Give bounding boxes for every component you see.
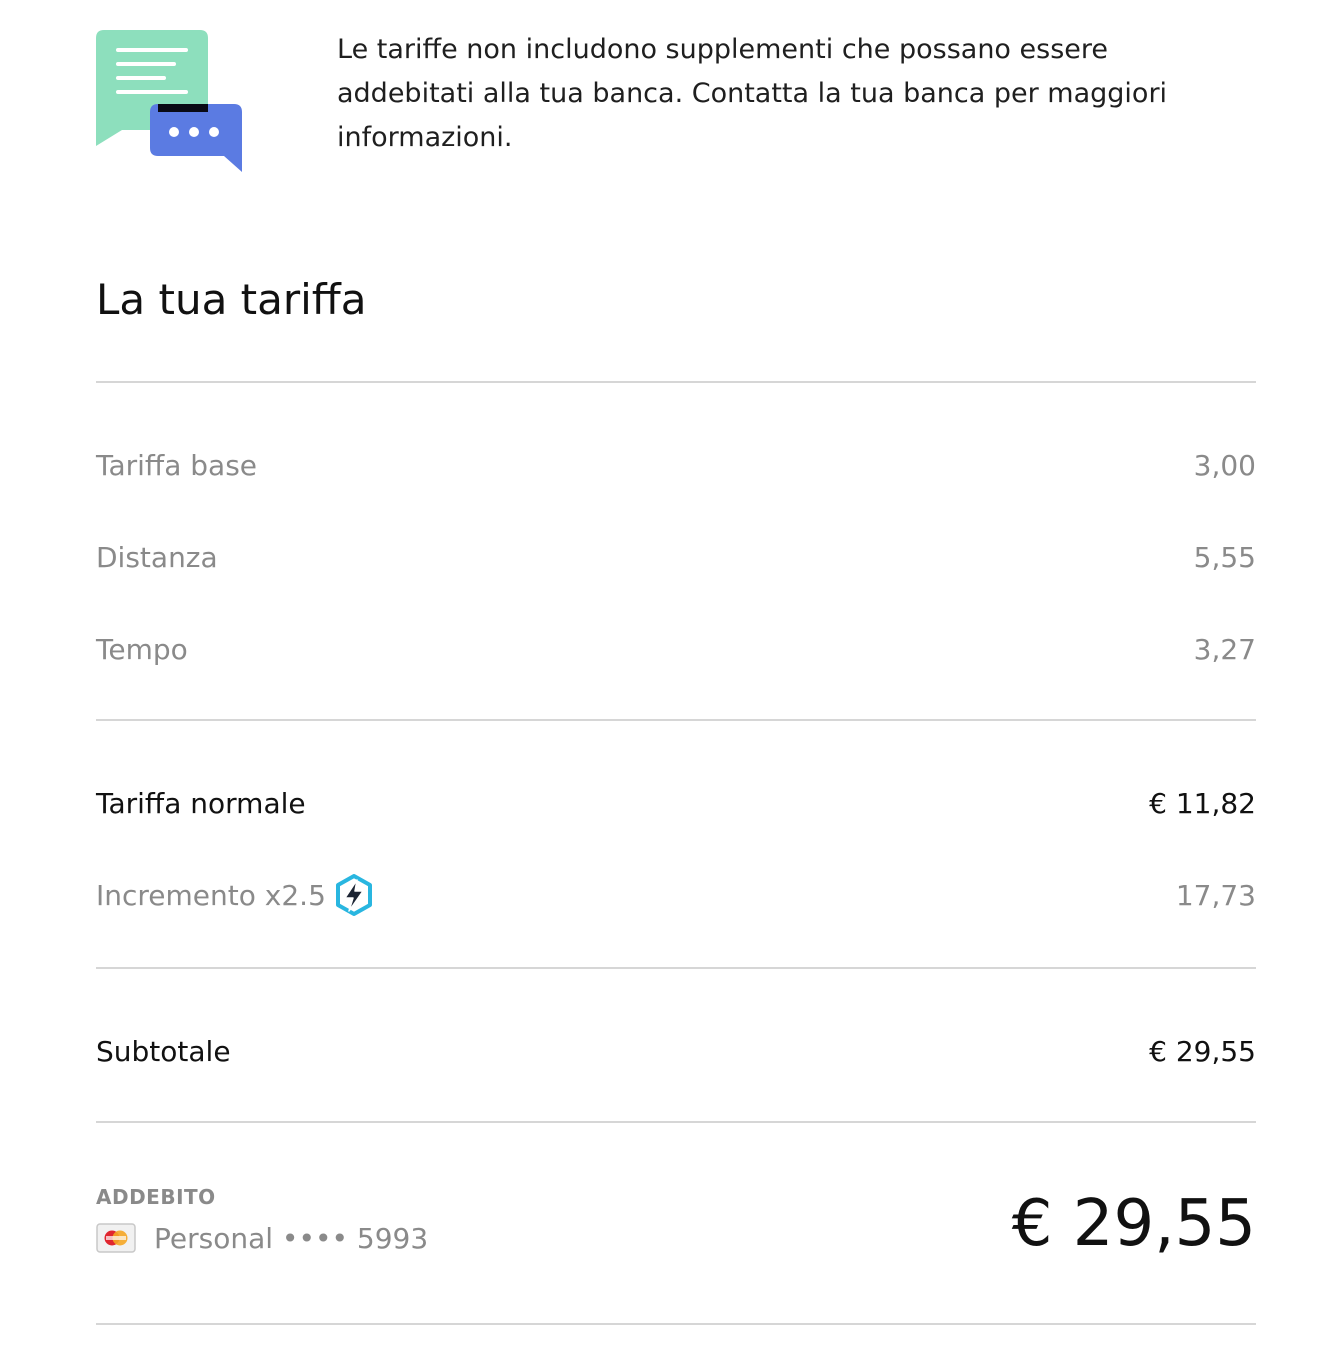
fare-row-value: 3,27 [1193,632,1256,666]
fare-row-label: Tariffa base [96,448,258,482]
fare-row-label: Tempo [96,632,188,666]
subtotal-value: € 29,55 [1149,1034,1256,1068]
normal-fare-value: € 11,82 [1149,786,1256,820]
payment-method-label: Personal •••• 5993 [154,1221,429,1255]
surge-label: Incremento x2.5 [96,878,326,912]
divider [96,381,1256,383]
fare-row-value: 5,55 [1193,540,1256,574]
fare-row-base: Tariffa base 3,00 [96,443,1256,487]
subtotal-label: Subtotale [96,1034,231,1068]
normal-fare-label: Tariffa normale [96,786,306,820]
fare-row-time: Tempo 3,27 [96,627,1256,671]
divider [96,719,1256,721]
surge-value: 17,73 [1175,878,1256,912]
surge-label-group: Incremento x2.5 [96,874,374,916]
payment-method: Personal •••• 5993 [96,1216,428,1260]
page-title: La tua tariffa [96,275,367,324]
subtotal-row: Subtotale € 29,55 [96,1029,1256,1073]
total-amount: € 29,55 [1011,1187,1256,1261]
fare-row-label: Distanza [96,540,218,574]
normal-fare-row: Tariffa normale € 11,82 [96,781,1256,825]
divider [96,967,1256,969]
fare-row-value: 3,00 [1193,448,1256,482]
chat-bubbles-icon [96,30,242,174]
divider [96,1323,1256,1325]
mastercard-icon [96,1223,136,1253]
bank-fees-notice: Le tariffe non includono supplementi che… [337,34,1168,153]
divider [96,1121,1256,1123]
surge-row: Incremento x2.5 17,73 [96,873,1256,917]
fare-row-distance: Distanza 5,55 [96,535,1256,579]
charge-caption: ADDEBITO [96,1185,216,1209]
surge-lightning-icon [334,874,374,916]
